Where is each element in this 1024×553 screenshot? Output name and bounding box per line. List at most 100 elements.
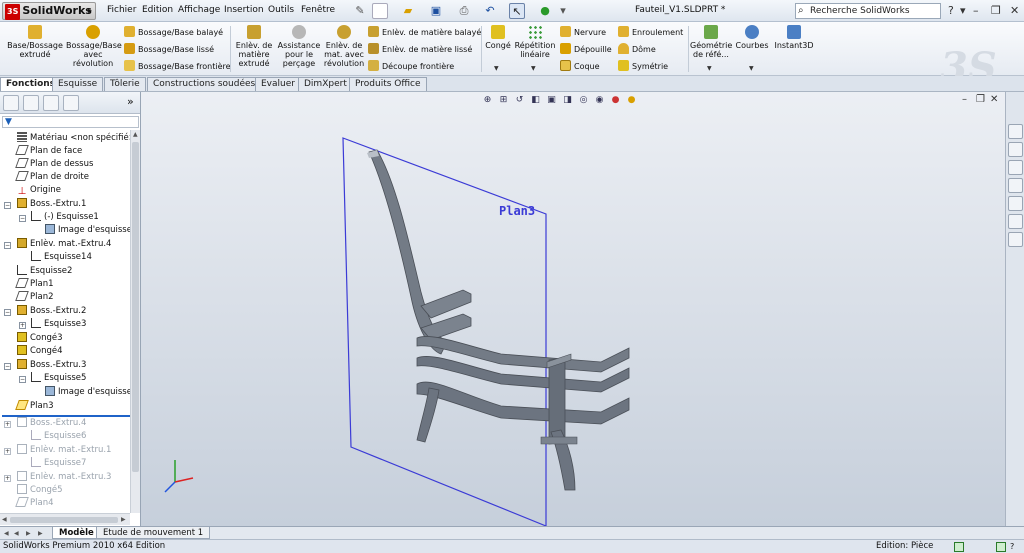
tab-tolerie[interactable]: Tôlerie bbox=[104, 77, 146, 91]
tree-item-boss-extru-2[interactable]: Boss.-Extru.2 bbox=[17, 305, 86, 318]
tab-modele[interactable]: Modèle bbox=[52, 527, 101, 539]
mirror-button[interactable]: Symétrie bbox=[618, 60, 668, 73]
solidworks-resources-icon[interactable] bbox=[1008, 124, 1023, 139]
tree-item-conge5[interactable]: Congé5 bbox=[17, 484, 63, 497]
tree-item-plan2[interactable]: Plan2 bbox=[15, 291, 54, 304]
scroll-left-icon[interactable]: ◀ bbox=[2, 516, 7, 523]
appearances-icon[interactable] bbox=[1008, 214, 1023, 229]
menu-affichage[interactable]: Affichage bbox=[178, 5, 220, 15]
open-folder-icon[interactable]: ▰ bbox=[400, 3, 416, 19]
help-dropdown-icon[interactable]: ▾ bbox=[960, 4, 966, 17]
print-icon[interactable]: ⎙ bbox=[456, 3, 472, 19]
scroll-right-icon[interactable]: ▶ bbox=[121, 516, 126, 523]
curves-button[interactable]: Courbes bbox=[734, 25, 770, 50]
model-view[interactable]: Plan3 bbox=[141, 92, 1005, 526]
menu-fichier[interactable]: Fichier bbox=[107, 5, 136, 15]
menu-insertion[interactable]: Insertion bbox=[224, 5, 264, 15]
tab-evaluer[interactable]: Evaluer bbox=[255, 77, 301, 91]
configuration-manager-tab-icon[interactable] bbox=[43, 95, 59, 111]
tree-item-material[interactable]: Matériau <non spécifié> bbox=[17, 132, 136, 145]
tree-item-esquisse14[interactable]: Esquisse14 bbox=[31, 251, 92, 264]
instant3d-button[interactable]: Instant3D bbox=[772, 25, 816, 50]
tree-item-plan-de-droite[interactable]: Plan de droite bbox=[15, 171, 89, 184]
feature-manager-tab-icon[interactable] bbox=[3, 95, 19, 111]
expand-toggle-icon[interactable]: − bbox=[19, 215, 26, 222]
tab-scroll-right-icon[interactable]: ▶ bbox=[26, 530, 31, 537]
scroll-thumb[interactable] bbox=[10, 517, 118, 523]
tree-item-esquisse3[interactable]: Esquisse3 bbox=[31, 318, 86, 331]
quick-tips-icon[interactable] bbox=[996, 542, 1006, 552]
loft-button[interactable]: Bossage/Base lissé bbox=[124, 43, 214, 56]
options-icon[interactable]: ▾ bbox=[555, 3, 571, 19]
tree-item-esquisse2[interactable]: Esquisse2 bbox=[17, 265, 72, 278]
swept-button[interactable]: Bossage/Base balayé bbox=[124, 26, 223, 39]
chair-arm-stub-upper[interactable] bbox=[420, 289, 472, 319]
rebuild-status-icon[interactable] bbox=[954, 542, 964, 552]
tree-item-esquisse5[interactable]: Esquisse5 bbox=[31, 372, 86, 385]
revolve-button[interactable]: Bossage/Base avec révolution bbox=[66, 25, 122, 68]
hole-wizard-button[interactable]: Assistance pour le perçage bbox=[276, 25, 322, 68]
property-manager-tab-icon[interactable] bbox=[23, 95, 39, 111]
design-library-icon[interactable] bbox=[1008, 142, 1023, 157]
restore-button[interactable]: ❐ bbox=[991, 4, 1001, 17]
reference-geometry-button[interactable]: Géométrie de réfé... bbox=[690, 25, 732, 59]
tree-horizontal-scrollbar[interactable]: ◀ ▶ bbox=[0, 513, 130, 525]
expand-toggle-icon[interactable]: + bbox=[4, 475, 11, 482]
graphics-area[interactable]: ⊕ ⊞ ↺ ◧ ▣ ◨ ◎ ◉ ● ● – ❐ ✕ Plan3 bbox=[141, 92, 1005, 526]
tab-scroll-left-alt-icon[interactable]: ◀ bbox=[14, 530, 19, 537]
fillet-button[interactable]: Congé bbox=[484, 25, 512, 50]
cut-extrude-button[interactable]: Enlèv. de matière extrudé bbox=[234, 25, 274, 68]
save-icon[interactable]: ▣ bbox=[428, 3, 444, 19]
solidworks-logo-button[interactable]: 3S SolidWorks ▸ bbox=[2, 2, 96, 20]
tree-item-boss-extru-1[interactable]: Boss.-Extru.1 bbox=[17, 198, 86, 211]
tree-item-enlev-extru-3[interactable]: Enlèv. mat.-Extru.3 bbox=[17, 471, 111, 484]
tree-vertical-scrollbar[interactable]: ▲ bbox=[130, 130, 140, 513]
tab-produits-office[interactable]: Produits Office bbox=[349, 77, 427, 91]
boundary-button[interactable]: Bossage/Base frontière bbox=[124, 60, 231, 73]
expand-toggle-icon[interactable]: + bbox=[4, 448, 11, 455]
cut-loft-button[interactable]: Enlèv. de matière lissé bbox=[368, 43, 472, 56]
help-status-icon[interactable]: ? bbox=[1010, 540, 1014, 553]
scroll-thumb[interactable] bbox=[132, 142, 139, 472]
cut-boundary-button[interactable]: Découpe frontière bbox=[368, 60, 454, 73]
menu-fenetre[interactable]: Fenêtre bbox=[301, 5, 335, 15]
tree-item-boss-extru-4[interactable]: Boss.-Extru.4 bbox=[17, 417, 86, 430]
rib-button[interactable]: Nervure bbox=[560, 26, 606, 39]
tree-item-plan1[interactable]: Plan1 bbox=[15, 278, 54, 291]
tree-item-image-esquisse[interactable]: Image d'esquisse bbox=[45, 386, 132, 399]
help-icon[interactable]: ? bbox=[948, 4, 954, 17]
chair-rear-leg[interactable] bbox=[416, 387, 440, 443]
file-explorer-icon[interactable] bbox=[1008, 160, 1023, 175]
cut-swept-button[interactable]: Enlèv. de matière balayé bbox=[368, 26, 481, 39]
close-button[interactable]: ✕ bbox=[1010, 4, 1019, 17]
tab-constructions-soudees[interactable]: Constructions soudées bbox=[147, 77, 262, 91]
tree-item-plan-de-dessus[interactable]: Plan de dessus bbox=[15, 158, 93, 171]
tree-item-plan-de-face[interactable]: Plan de face bbox=[15, 145, 82, 158]
linear-pattern-button[interactable]: Répétition linéaire bbox=[514, 25, 556, 59]
tree-filter-input[interactable]: ▼ bbox=[2, 116, 139, 128]
expand-toggle-icon[interactable]: − bbox=[4, 242, 11, 249]
tree-item-image-esquisse1[interactable]: Image d'esquisse1 bbox=[45, 224, 137, 237]
tree-item-conge3[interactable]: Congé3 bbox=[17, 332, 63, 345]
new-document-icon[interactable] bbox=[372, 3, 388, 19]
expand-toggle-icon[interactable]: − bbox=[4, 309, 11, 316]
tree-item-esquisse1[interactable]: (-) Esquisse1 bbox=[31, 211, 99, 224]
tree-item-enlev-extru-4[interactable]: Enlèv. mat.-Extru.4 bbox=[17, 238, 111, 251]
pattern-dropdown-icon[interactable]: ▼ bbox=[531, 65, 536, 72]
tab-dimxpert[interactable]: DimXpert bbox=[298, 77, 353, 91]
tree-item-enlev-extru-1[interactable]: Enlèv. mat.-Extru.1 bbox=[17, 444, 111, 457]
minimize-button[interactable]: – bbox=[973, 4, 979, 17]
custom-properties-icon[interactable] bbox=[1008, 232, 1023, 247]
tree-item-boss-extru-3[interactable]: Boss.-Extru.3 bbox=[17, 359, 86, 372]
select-pointer-icon[interactable]: ↖ bbox=[509, 3, 525, 19]
tab-etude-de-mouvement[interactable]: Etude de mouvement 1 bbox=[96, 527, 211, 539]
undo-icon[interactable]: ↶ bbox=[482, 3, 498, 19]
scroll-up-icon[interactable]: ▲ bbox=[133, 131, 138, 138]
search-results-icon[interactable] bbox=[1008, 178, 1023, 193]
tree-item-esquisse6[interactable]: Esquisse6 bbox=[31, 430, 86, 443]
cut-revolve-button[interactable]: Enlèv. de mat. avec révolution bbox=[322, 25, 366, 68]
tab-scroll-left-icon[interactable]: ◀ bbox=[4, 530, 9, 537]
expand-panel-icon[interactable]: » bbox=[127, 95, 134, 108]
expand-toggle-icon[interactable]: − bbox=[4, 363, 11, 370]
expand-toggle-icon[interactable]: + bbox=[4, 421, 11, 428]
